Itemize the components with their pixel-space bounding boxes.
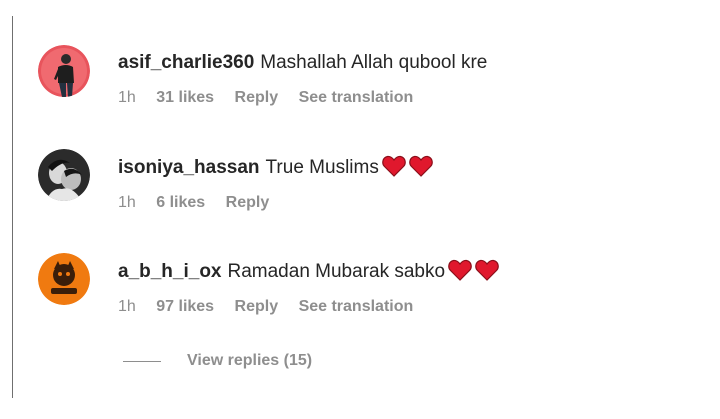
comment-item: isoniya_hassan True Muslims 1h 6 likes Re…: [38, 149, 678, 229]
comment-username[interactable]: asif_charlie360: [118, 52, 254, 73]
comment-time: 1h: [118, 194, 136, 211]
comment-likes[interactable]: 31 likes: [156, 89, 214, 106]
reply-button[interactable]: Reply: [235, 89, 279, 106]
left-divider: [12, 16, 13, 398]
red-heart-emoji-icon: [409, 155, 433, 177]
comment-text-line: isoniya_hassan True Muslims: [118, 155, 678, 180]
replies-divider: [123, 360, 161, 362]
view-replies-label: View replies (15): [187, 352, 313, 369]
reply-button[interactable]: Reply: [235, 298, 279, 315]
comment-text-line: a_b_h_i_ox Ramadan Mubarak sabko: [118, 259, 678, 284]
view-replies-button[interactable]: View replies (15): [123, 350, 312, 372]
comments-panel: asif_charlie360 Mashallah Allah qubool kr…: [0, 0, 720, 419]
red-heart-emoji-icon: [448, 259, 472, 281]
reply-button[interactable]: Reply: [226, 194, 270, 211]
comment-item: a_b_h_i_ox Ramadan Mubarak sabko 1h 97 li…: [38, 253, 678, 333]
comment-text: Mashallah Allah qubool kre: [260, 52, 488, 73]
see-translation-button[interactable]: See translation: [299, 89, 414, 106]
comment-username[interactable]: isoniya_hassan: [118, 157, 260, 178]
red-heart-emoji-icon: [382, 155, 406, 177]
comment-text: True Muslims: [265, 157, 379, 178]
avatar-man-red-background-icon[interactable]: [38, 45, 90, 97]
comment-time: 1h: [118, 298, 136, 315]
comment-meta: 1h 31 likes Reply See translation: [118, 88, 678, 108]
avatar-couple-photo-icon[interactable]: [38, 149, 90, 201]
comment-meta: 1h 97 likes Reply See translation: [118, 297, 678, 317]
comment-likes[interactable]: 97 likes: [156, 298, 214, 315]
comment-item: asif_charlie360 Mashallah Allah qubool kr…: [38, 45, 678, 125]
red-heart-emoji-icon: [475, 259, 499, 281]
see-translation-button[interactable]: See translation: [299, 298, 414, 315]
comment-meta: 1h 6 likes Reply: [118, 193, 678, 213]
avatar-orange-logo-icon[interactable]: [38, 253, 90, 305]
comment-username[interactable]: a_b_h_i_ox: [118, 261, 222, 282]
comment-text: Ramadan Mubarak sabko: [227, 261, 446, 282]
comment-time: 1h: [118, 89, 136, 106]
comment-text-line: asif_charlie360 Mashallah Allah qubool kr…: [118, 51, 678, 75]
comment-likes[interactable]: 6 likes: [156, 194, 205, 211]
